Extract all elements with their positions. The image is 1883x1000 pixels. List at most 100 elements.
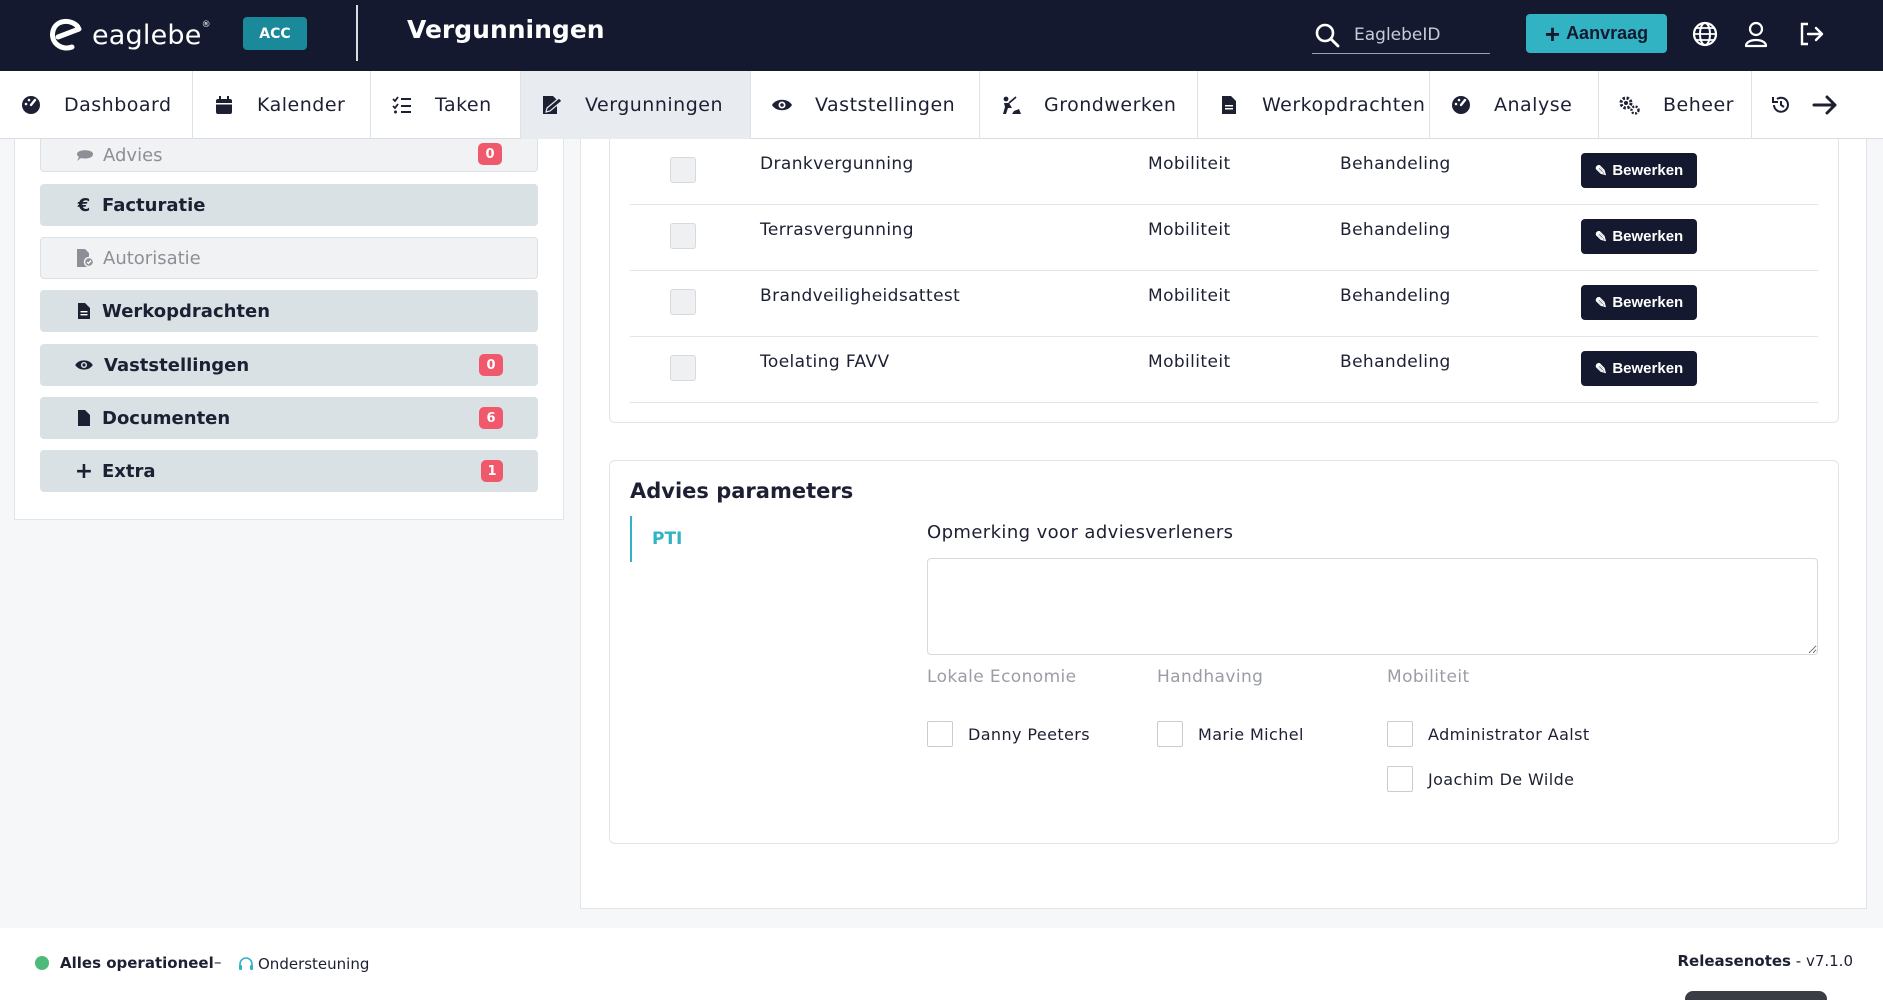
status-text[interactable]: Alles operationeel [60, 954, 214, 972]
sidebar-item-advies[interactable]: Advies 0 [40, 139, 538, 172]
support-link[interactable]: Ondersteuning [238, 955, 369, 973]
adviser-name: Joachim De Wilde [1428, 769, 1575, 789]
checkbox[interactable] [1157, 721, 1183, 747]
search-input[interactable] [1354, 24, 1484, 45]
sidebar-item-label: Advies [103, 144, 163, 166]
adviser-checkbox[interactable]: Joachim De Wilde [1387, 766, 1574, 792]
user-icon[interactable] [1742, 20, 1770, 48]
edit-button[interactable]: ✎ Bewerken [1581, 219, 1697, 254]
globe-icon[interactable] [1691, 20, 1719, 48]
sidebar-item-documenten[interactable]: Documenten 6 [40, 397, 538, 439]
checkbox[interactable] [1387, 766, 1413, 792]
edit-label: Bewerken [1612, 228, 1684, 245]
remark-textarea[interactable] [927, 558, 1818, 655]
edit-button[interactable]: ✎ Bewerken [1581, 351, 1697, 386]
checkbox[interactable] [927, 721, 953, 747]
digging-icon [1000, 94, 1022, 116]
sidebar-item-extra[interactable]: + Extra 1 [40, 450, 538, 492]
pencil-icon: ✎ [1594, 228, 1608, 246]
adviser-name: Marie Michel [1198, 724, 1304, 744]
row-checkbox[interactable] [670, 223, 696, 249]
adviser-checkbox[interactable]: Administrator Aalst [1387, 721, 1590, 747]
tab-label: Kalender [257, 94, 346, 116]
sidebar-item-vaststellingen[interactable]: Vaststellingen 0 [40, 344, 538, 386]
tab-label: Analyse [1494, 94, 1573, 116]
eye-icon [771, 94, 793, 116]
document-icon [1218, 94, 1240, 116]
sidebar-item-label: Werkopdrachten [102, 300, 271, 322]
tab-label: Taken [435, 94, 492, 116]
row-checkbox[interactable] [670, 157, 696, 183]
tab-beheer[interactable]: Beheer [1599, 71, 1752, 139]
logout-icon[interactable] [1797, 20, 1825, 48]
group-label: Handhaving [1157, 667, 1264, 687]
history-icon[interactable] [1770, 94, 1792, 116]
tab-vaststellingen[interactable]: Vaststellingen [751, 71, 980, 139]
sidebar-item-facturatie[interactable]: € Facturatie [40, 184, 538, 226]
permit-domain: Mobiliteit [1148, 286, 1231, 306]
count-badge: 0 [479, 354, 503, 376]
permit-status: Behandeling [1340, 352, 1451, 372]
tab-label: Dashboard [64, 94, 172, 116]
sidebar-item-label: Extra [102, 460, 156, 482]
pencil-icon: ✎ [1594, 162, 1608, 180]
table-row: Terrasvergunning Mobiliteit Behandeling … [630, 205, 1818, 271]
tab-vergunningen[interactable]: Vergunningen [521, 71, 751, 139]
section-title: Advies parameters [630, 479, 854, 503]
edit-label: Bewerken [1612, 294, 1684, 311]
release-label: Releasenotes [1677, 952, 1791, 970]
table-row: Brandveiligheidsattest Mobiliteit Behand… [630, 271, 1818, 337]
page-title: Vergunningen [407, 15, 605, 44]
tasks-icon [391, 94, 413, 116]
permit-icon [541, 94, 563, 116]
search-box [1312, 16, 1490, 54]
comment-icon [75, 145, 95, 165]
remark-label: Opmerking voor adviesverleners [927, 522, 1234, 543]
eaglebe-logo-icon [50, 19, 82, 51]
logo[interactable]: eaglebe® [48, 17, 211, 53]
edit-button[interactable]: ✎ Bewerken [1581, 285, 1697, 320]
tab-werkopdrachten[interactable]: Werkopdrachten [1198, 71, 1430, 139]
new-request-button[interactable]: + Aanvraag [1526, 14, 1667, 53]
file-icon [74, 408, 94, 428]
document-icon [74, 301, 94, 321]
cogs-icon [1619, 94, 1641, 116]
sidebar-item-werkopdrachten[interactable]: Werkopdrachten [40, 290, 538, 332]
floating-widget-tab[interactable] [1685, 991, 1827, 1000]
pencil-icon: ✎ [1594, 360, 1608, 378]
dashboard-icon [20, 94, 42, 116]
tab-dashboard[interactable]: Dashboard [0, 71, 193, 139]
checkbox[interactable] [1387, 721, 1413, 747]
arrow-right-icon[interactable] [1812, 94, 1838, 116]
tab-label: Beheer [1663, 94, 1734, 116]
tab-grondwerken[interactable]: Grondwerken [980, 71, 1198, 139]
tab-label: Werkopdrachten [1262, 94, 1426, 116]
gauge-icon [1450, 94, 1472, 116]
adviser-name: Danny Peeters [968, 724, 1090, 744]
group-label: Lokale Economie [927, 667, 1077, 687]
edit-button[interactable]: ✎ Bewerken [1581, 153, 1697, 188]
sidebar-item-label: Vaststellingen [104, 354, 250, 376]
search-icon[interactable] [1314, 22, 1340, 48]
pencil-icon: ✎ [1594, 294, 1608, 312]
tab-label: Grondwerken [1044, 94, 1177, 116]
adviser-checkbox[interactable]: Marie Michel [1157, 721, 1304, 747]
file-check-icon [75, 248, 95, 268]
adviser-checkbox[interactable]: Danny Peeters [927, 721, 1090, 747]
release-notes-link[interactable]: Releasenotes - v7.1.0 [1677, 952, 1853, 970]
eye-icon [74, 355, 94, 375]
environment-badge: ACC [243, 17, 307, 50]
row-checkbox[interactable] [670, 289, 696, 315]
tab-analyse[interactable]: Analyse [1430, 71, 1599, 139]
sidebar-item-autorisatie[interactable]: Autorisatie [40, 237, 538, 279]
permit-domain: Mobiliteit [1148, 154, 1231, 174]
row-checkbox[interactable] [670, 355, 696, 381]
permit-status: Behandeling [1340, 286, 1451, 306]
header-divider [356, 5, 358, 61]
permit-domain: Mobiliteit [1148, 220, 1231, 240]
edit-label: Bewerken [1612, 162, 1684, 179]
tab-taken[interactable]: Taken [371, 71, 521, 139]
tab-pti[interactable]: PTI [630, 516, 682, 562]
nav-extra-controls [1752, 71, 1838, 139]
tab-kalender[interactable]: Kalender [193, 71, 371, 139]
